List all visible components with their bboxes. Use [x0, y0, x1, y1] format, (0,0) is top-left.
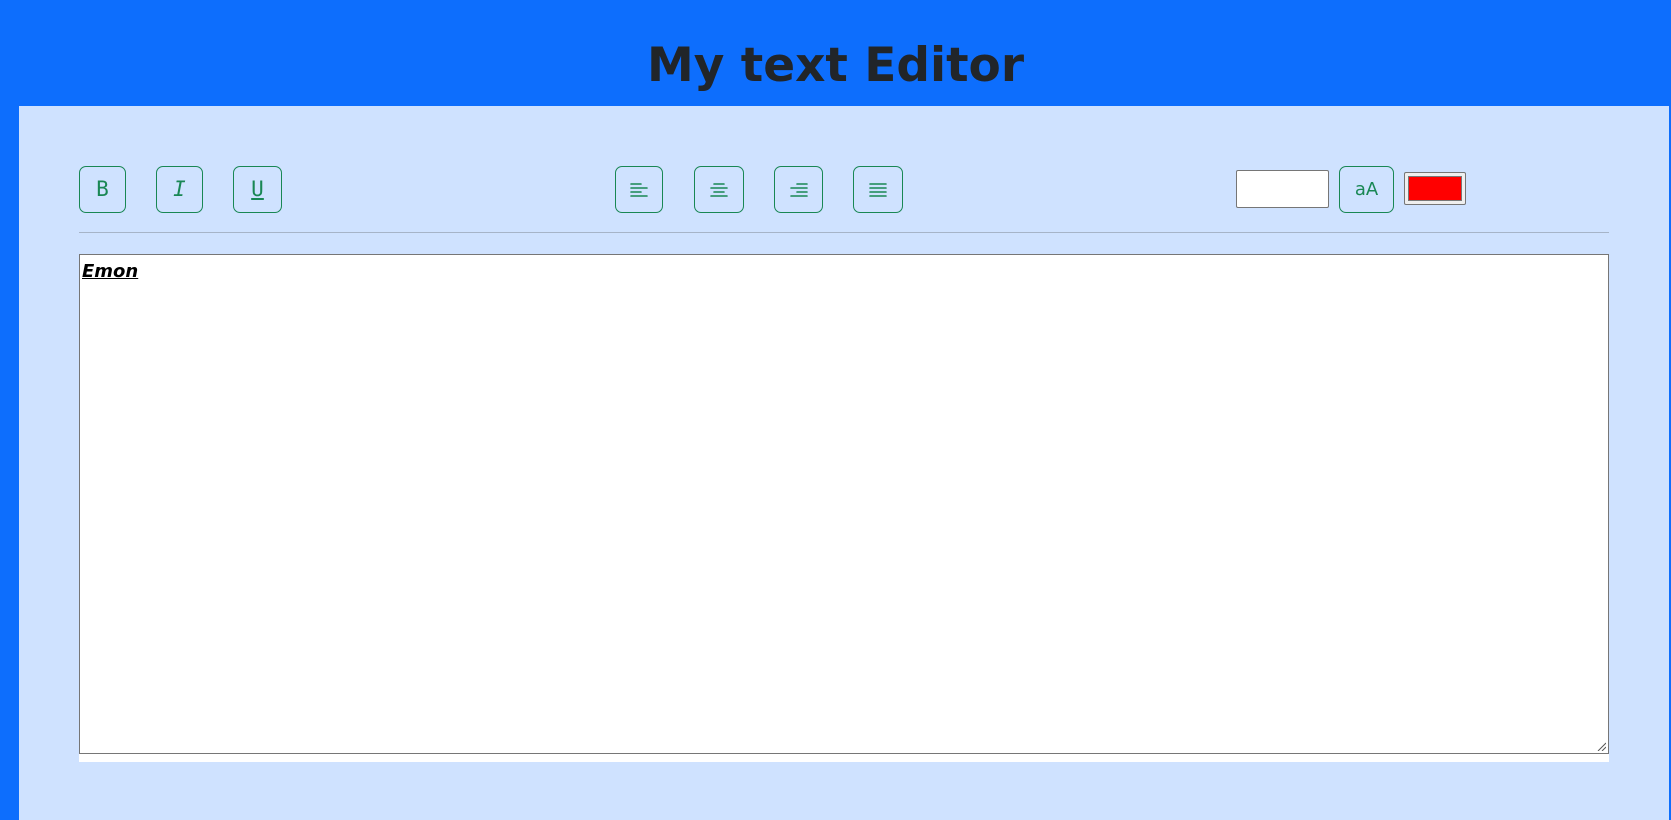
app-header: My text Editor — [0, 0, 1671, 106]
bold-button[interactable]: B — [79, 166, 126, 213]
underline-button[interactable]: U — [233, 166, 282, 213]
italic-button[interactable]: I — [156, 166, 203, 213]
align-left-icon — [630, 182, 648, 197]
case-toggle-button[interactable]: aA — [1339, 166, 1394, 213]
toolbar-divider — [79, 232, 1609, 233]
align-justify-icon — [869, 182, 887, 197]
resize-grip-icon[interactable] — [1596, 741, 1606, 751]
case-toggle-label: aA — [1354, 179, 1379, 200]
align-left-button[interactable] — [615, 166, 663, 213]
align-right-icon — [789, 182, 808, 197]
align-center-button[interactable] — [694, 166, 744, 213]
align-right-button[interactable] — [774, 166, 823, 213]
italic-label: I — [173, 177, 186, 201]
text-color-picker[interactable] — [1404, 172, 1466, 205]
editor-bottom-strip — [79, 754, 1609, 762]
editor-content: Emon — [82, 261, 139, 282]
bold-label: B — [96, 177, 109, 201]
color-swatch — [1408, 176, 1462, 201]
page-title: My text Editor — [646, 38, 1025, 93]
align-justify-button[interactable] — [853, 166, 903, 213]
font-size-input[interactable] — [1236, 170, 1329, 208]
text-editor[interactable]: Emon — [79, 254, 1609, 754]
editor-panel: B I U aA Emon — [19, 106, 1669, 820]
underline-label: U — [251, 177, 264, 201]
align-center-icon — [710, 182, 728, 197]
